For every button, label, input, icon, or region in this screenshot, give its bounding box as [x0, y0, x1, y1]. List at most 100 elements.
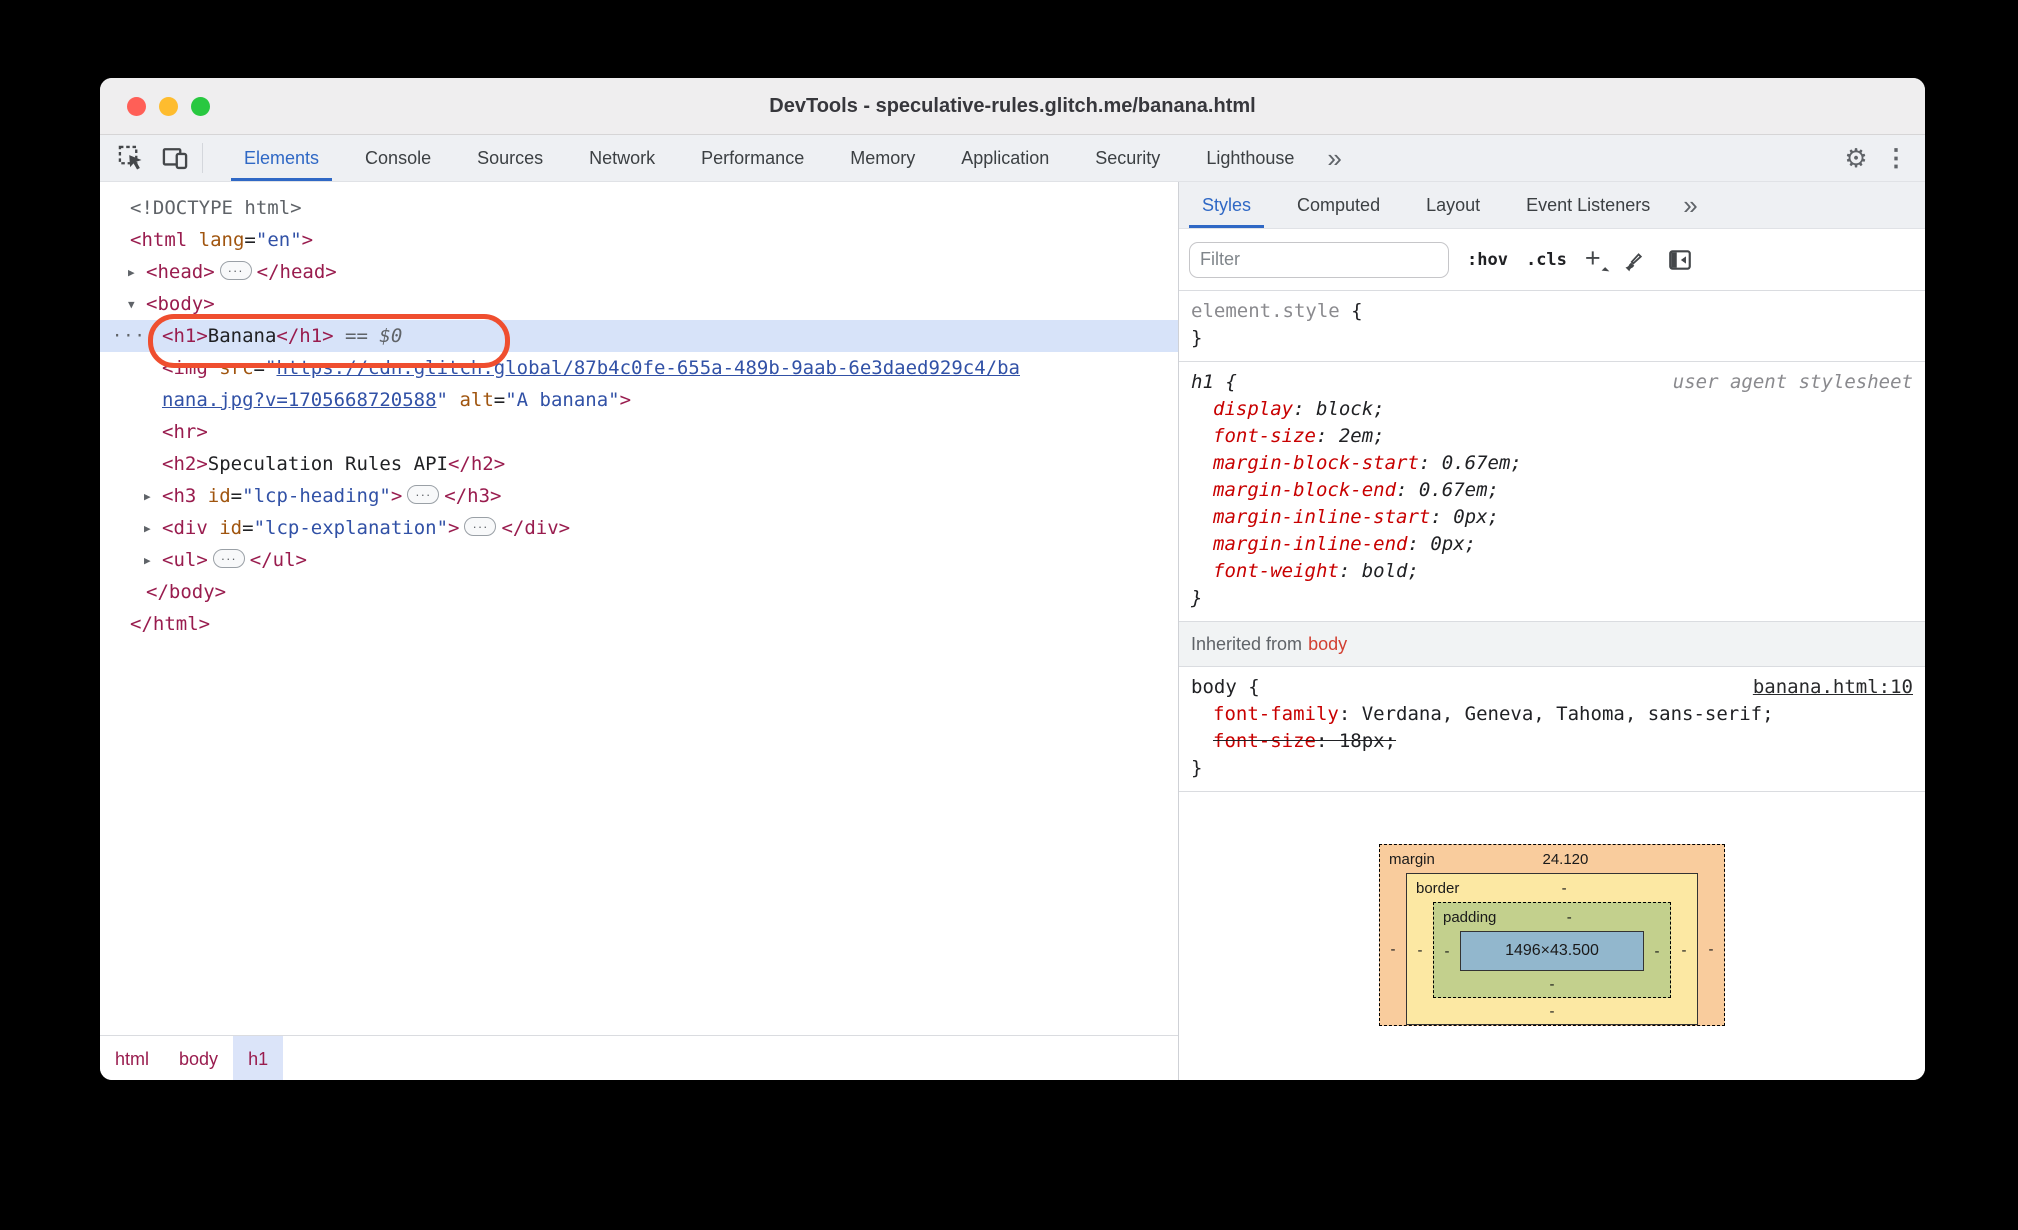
sidebar-tab-event-listeners[interactable]: Event Listeners [1503, 182, 1673, 228]
tab-network[interactable]: Network [566, 135, 678, 181]
css-property-name[interactable]: display [1213, 398, 1293, 420]
box-model-content[interactable]: 1496×43.500 [1460, 931, 1644, 971]
css-property-name[interactable]: font-weight [1213, 560, 1339, 582]
node-menu-dots-icon[interactable]: ··· [112, 320, 146, 352]
stylesheet-source-link[interactable]: banana.html:10 [1753, 674, 1913, 701]
dom-node[interactable]: </body> [100, 576, 1178, 608]
css-property-value[interactable]: : bold; [1339, 560, 1419, 582]
breadcrumb-item-body[interactable]: body [164, 1036, 233, 1080]
tab-sources[interactable]: Sources [454, 135, 566, 181]
rule-selector[interactable]: element.style [1191, 300, 1340, 322]
box-model-border[interactable]: border - - padding - -1496×43.500- - - - [1406, 873, 1698, 1025]
css-property-name[interactable]: margin-block-end [1213, 479, 1396, 501]
css-declaration-display[interactable]: display: block; [1179, 396, 1925, 423]
border-top-value[interactable]: - [1445, 880, 1683, 897]
margin-top-value[interactable]: 24.120 [1421, 851, 1710, 868]
padding-right-value[interactable]: - [1644, 943, 1670, 960]
tab-application[interactable]: Application [938, 135, 1072, 181]
breadcrumb-item-html[interactable]: html [100, 1036, 164, 1080]
css-property-name[interactable]: font-family [1213, 703, 1339, 725]
close-window-button[interactable] [127, 96, 146, 116]
toggle-hover-state-button[interactable]: :hov [1467, 250, 1508, 270]
css-property-value[interactable]: : 0.67em; [1419, 452, 1522, 474]
toggle-sidebar-icon[interactable] [1665, 245, 1695, 275]
css-declaration-margin-block-end[interactable]: margin-block-end: 0.67em; [1179, 477, 1925, 504]
rule-selector[interactable]: h1 [1191, 371, 1214, 393]
box-model-margin[interactable]: margin 24.120- border - - padding - -1496×43.50… [1379, 844, 1725, 1026]
dom-node[interactable]: ▶ <ul> ··· </ul> [100, 544, 1178, 576]
dom-node[interactable]: <html lang="en"> [100, 224, 1178, 256]
css-property-name[interactable]: font-size [1213, 730, 1316, 752]
ellipsis-expand-icon[interactable]: ··· [407, 485, 440, 504]
breadcrumb-item-h1[interactable]: h1 [233, 1036, 284, 1080]
css-property-name[interactable]: margin-inline-end [1213, 533, 1407, 555]
border-right-value[interactable]: - [1671, 942, 1697, 959]
padding-top-value[interactable]: - [1482, 909, 1656, 926]
sidebar-tab-computed[interactable]: Computed [1274, 182, 1403, 228]
dom-node[interactable]: ▶ <head> ··· </head> [100, 256, 1178, 288]
tab-elements[interactable]: Elements [221, 135, 342, 181]
minimize-window-button[interactable] [159, 96, 178, 116]
css-declaration-font-family[interactable]: font-family: Verdana, Geneva, Tahoma, sa… [1179, 701, 1925, 728]
ellipsis-expand-icon[interactable]: ··· [219, 261, 252, 280]
margin-left-value[interactable]: - [1380, 941, 1406, 958]
inherited-from-node-link[interactable]: body [1308, 634, 1347, 655]
css-property-name[interactable]: font-size [1213, 425, 1316, 447]
sidebar-more-tabs-icon[interactable]: » [1673, 182, 1707, 228]
rendering-brush-icon[interactable] [1619, 246, 1647, 274]
toggle-classes-button[interactable]: .cls [1526, 250, 1567, 270]
sidebar-tab-styles[interactable]: Styles [1179, 182, 1274, 228]
expand-arrow-icon[interactable]: ▶ [128, 257, 135, 289]
tab-memory[interactable]: Memory [827, 135, 938, 181]
expand-arrow-icon[interactable]: ▶ [144, 513, 151, 545]
sidebar-tab-layout[interactable]: Layout [1403, 182, 1503, 228]
css-property-value[interactable]: : 0px; [1430, 506, 1499, 528]
css-declaration-margin-block-start[interactable]: margin-block-start: 0.67em; [1179, 450, 1925, 477]
css-declaration-margin-inline-end[interactable]: margin-inline-end: 0px; [1179, 531, 1925, 558]
css-property-name[interactable]: margin-block-start [1213, 452, 1419, 474]
css-property-value[interactable]: : 0px; [1407, 533, 1476, 555]
css-declaration-font-weight[interactable]: font-weight: bold; [1179, 558, 1925, 585]
box-model-padding[interactable]: padding - -1496×43.500- - [1433, 902, 1671, 998]
device-toolbar-icon[interactable] [158, 141, 192, 175]
padding-left-value[interactable]: - [1434, 943, 1460, 960]
css-declaration-margin-inline-start[interactable]: margin-inline-start: 0px; [1179, 504, 1925, 531]
tab-console[interactable]: Console [342, 135, 454, 181]
rule-selector[interactable]: body [1191, 676, 1237, 698]
dom-node[interactable]: ▼ <body> [100, 288, 1178, 320]
padding-bottom-value[interactable]: - [1434, 971, 1670, 997]
css-property-value[interactable]: : 2em; [1316, 425, 1385, 447]
css-property-value[interactable]: : block; [1293, 398, 1385, 420]
dom-node[interactable]: <h2>Speculation Rules API</h2> [100, 448, 1178, 480]
expand-arrow-icon[interactable]: ▶ [144, 545, 151, 577]
new-style-rule-button[interactable]: + [1585, 244, 1610, 275]
tab-security[interactable]: Security [1072, 135, 1183, 181]
dom-node-selected[interactable]: ··· <h1>Banana</h1> == $0 [100, 314, 1178, 368]
border-left-value[interactable]: - [1407, 942, 1433, 959]
dom-node[interactable]: ▶ <h3 id="lcp-heading"> ··· </h3> [100, 480, 1178, 512]
css-declaration-font-size[interactable]: font-size: 2em; [1179, 423, 1925, 450]
tab-performance[interactable]: Performance [678, 135, 827, 181]
tab-lighthouse[interactable]: Lighthouse [1183, 135, 1317, 181]
css-property-value[interactable]: : Verdana, Geneva, Tahoma, sans-serif; [1339, 703, 1774, 725]
inspect-element-icon[interactable] [114, 141, 148, 175]
customize-menu-icon[interactable]: ⋮ [1879, 141, 1913, 175]
more-tabs-icon[interactable]: » [1317, 143, 1351, 174]
dom-node[interactable]: </html> [100, 608, 1178, 640]
collapse-arrow-icon[interactable]: ▼ [128, 289, 135, 321]
dom-node[interactable]: nana.jpg?v=1705668720588" alt="A banana"… [100, 384, 1178, 416]
border-bottom-value[interactable]: - [1407, 998, 1697, 1024]
dom-node[interactable]: ▶ <div id="lcp-explanation"> ··· </div> [100, 512, 1178, 544]
css-property-name[interactable]: margin-inline-start [1213, 506, 1430, 528]
css-property-value[interactable]: : 0.67em; [1396, 479, 1499, 501]
margin-right-value[interactable]: - [1698, 941, 1724, 958]
dom-node[interactable]: <!DOCTYPE html> [100, 192, 1178, 224]
dom-node[interactable]: <hr> [100, 416, 1178, 448]
maximize-window-button[interactable] [191, 96, 210, 116]
expand-arrow-icon[interactable]: ▶ [144, 481, 151, 513]
css-property-value[interactable]: : 18px; [1316, 730, 1396, 752]
dom-node[interactable]: <img src="https://cdn.glitch.global/87b4… [100, 352, 1178, 384]
ellipsis-expand-icon[interactable]: ··· [212, 549, 245, 568]
css-declaration-font-size[interactable]: font-size: 18px; [1179, 728, 1925, 755]
styles-filter-input[interactable] [1189, 241, 1449, 278]
